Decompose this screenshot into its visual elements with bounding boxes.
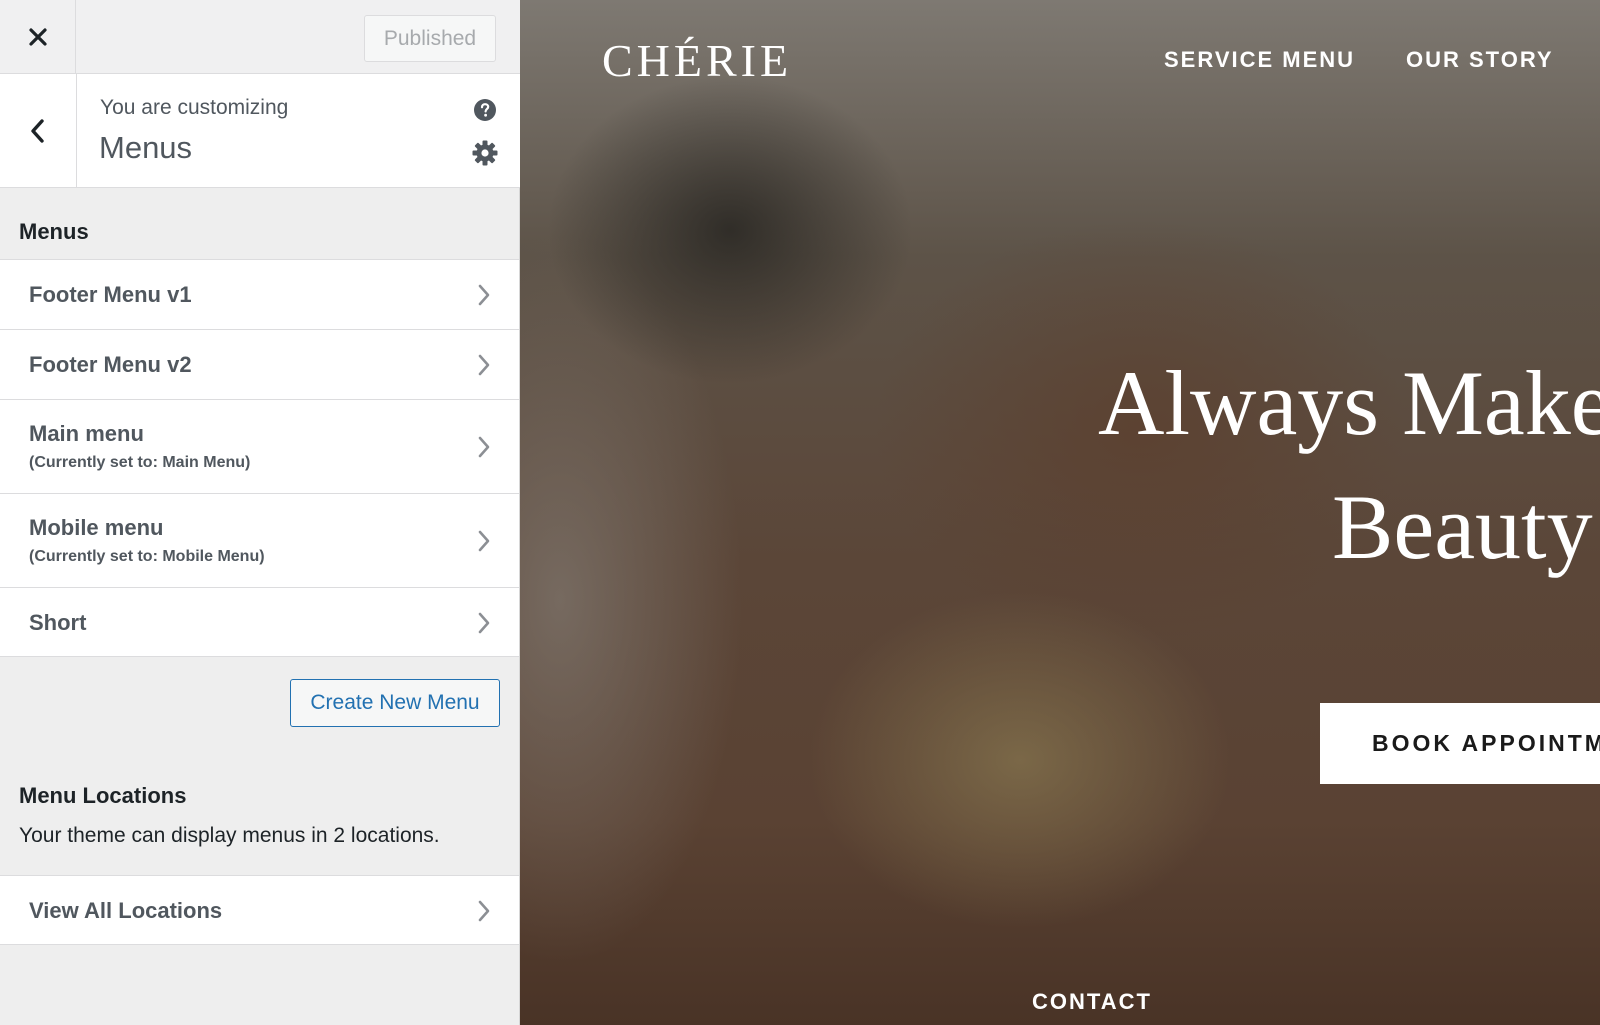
book-appointment-button[interactable]: BOOK APPOINTME xyxy=(1320,703,1600,784)
menu-item-footer-v2[interactable]: Footer Menu v2 xyxy=(0,329,519,399)
contact-link[interactable]: CONTACT xyxy=(1032,989,1152,1015)
menu-item-mobile-menu[interactable]: Mobile menu (Currently set to: Mobile Me… xyxy=(0,493,519,587)
menu-item-main-menu[interactable]: Main menu (Currently set to: Main Menu) xyxy=(0,399,519,493)
menu-locations-description: Your theme can display menus in 2 locati… xyxy=(19,824,440,847)
menus-section-heading: Menus xyxy=(19,219,89,244)
hero-heading-line2: Beauty xyxy=(1332,476,1593,578)
publish-button[interactable]: Published xyxy=(364,15,496,62)
menu-locations-heading: Menu Locations xyxy=(19,783,187,808)
menu-item-title: Mobile menu xyxy=(29,515,164,540)
menu-item-short[interactable]: Short xyxy=(0,587,519,657)
back-button[interactable] xyxy=(0,74,77,187)
menu-item-title: Footer Menu v2 xyxy=(29,352,192,377)
chevron-right-icon xyxy=(478,436,490,458)
close-icon xyxy=(28,27,47,46)
site-logo[interactable]: CHÉRIE xyxy=(602,34,792,87)
menu-item-location-note: (Currently set to: Main Menu) xyxy=(29,454,251,471)
site-preview: CHÉRIE SERVICE MENU OUR STORY Always Mak… xyxy=(520,0,1600,1025)
chevron-right-icon xyxy=(478,354,490,376)
customizer-topbar: Published xyxy=(0,0,520,74)
view-all-locations-label: View All Locations xyxy=(29,898,223,923)
chevron-right-icon xyxy=(478,284,490,306)
menu-item-title: Footer Menu v1 xyxy=(29,282,192,307)
menu-item-location-note: (Currently set to: Mobile Menu) xyxy=(29,548,265,565)
chevron-right-icon xyxy=(478,900,490,922)
chevron-right-icon xyxy=(478,530,490,552)
back-chevron-icon xyxy=(31,118,44,143)
help-icon[interactable] xyxy=(473,98,497,122)
panel-header: You are customizing Menus xyxy=(0,74,520,188)
gear-icon[interactable] xyxy=(472,140,498,166)
customizer-sidebar: Published You are customizing Menus Menu… xyxy=(0,0,520,1025)
book-appointment-label: BOOK APPOINTME xyxy=(1372,730,1600,756)
customizing-label: You are customizing xyxy=(100,96,289,119)
menu-item-footer-v1[interactable]: Footer Menu v1 xyxy=(0,259,519,329)
menu-item-title: Short xyxy=(29,610,87,635)
hero-heading-line1: Always Make xyxy=(1098,352,1600,454)
menu-item-title: Main menu xyxy=(29,421,144,446)
create-new-menu-button[interactable]: Create New Menu xyxy=(290,679,500,727)
view-all-locations-item[interactable]: View All Locations xyxy=(0,875,519,945)
close-customizer-button[interactable] xyxy=(0,0,76,73)
chevron-right-icon xyxy=(478,612,490,634)
panel-title: Menus xyxy=(99,130,193,165)
nav-link-service-menu[interactable]: SERVICE MENU xyxy=(1164,47,1355,73)
nav-link-our-story[interactable]: OUR STORY xyxy=(1406,47,1554,73)
